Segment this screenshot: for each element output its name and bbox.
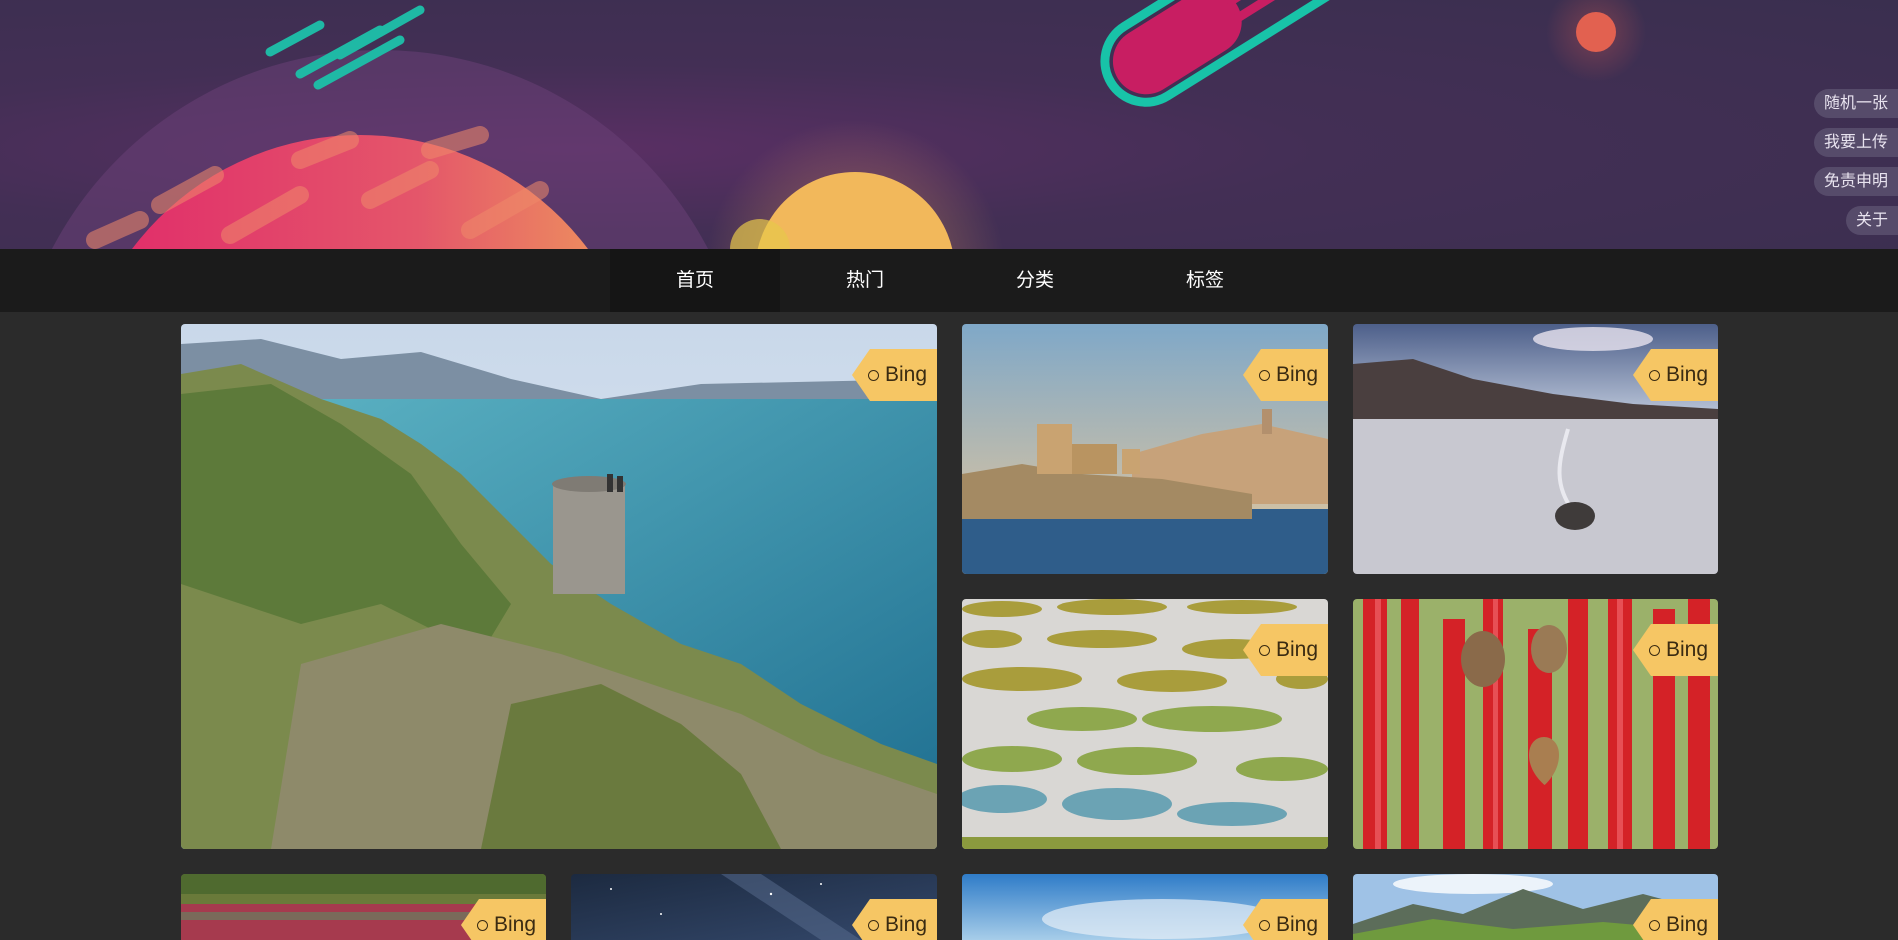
circle-icon — [1648, 919, 1660, 931]
circle-icon — [1258, 919, 1270, 931]
source-tag: Bing — [1632, 349, 1718, 401]
source-tag: Bing — [1632, 624, 1718, 676]
wallpaper-thumbnail — [181, 324, 937, 849]
nav-item-popular[interactable]: 热门 — [780, 249, 950, 312]
source-tag: Bing — [1242, 624, 1328, 676]
nav-item-tags[interactable]: 标签 — [1120, 249, 1290, 312]
upload-button[interactable]: 我要上传 — [1813, 128, 1898, 157]
random-image-button[interactable]: 随机一张 — [1813, 89, 1898, 118]
circle-icon — [867, 369, 879, 381]
nav-item-categories[interactable]: 分类 — [950, 249, 1120, 312]
source-tag: Bing — [1242, 349, 1328, 401]
circle-icon — [1258, 644, 1270, 656]
circle-icon — [476, 919, 488, 931]
wallpaper-card[interactable]: Bing — [962, 874, 1328, 940]
source-tag: Bing — [851, 349, 937, 401]
wallpaper-card[interactable]: Bing — [181, 874, 546, 940]
circle-icon — [1648, 644, 1660, 656]
circle-icon — [1648, 369, 1660, 381]
main-nav: 首页 热门 分类 标签 — [0, 249, 1898, 312]
header-banner — [0, 0, 1898, 249]
side-action-buttons: 随机一张 我要上传 免责申明 关于 — [1813, 89, 1898, 235]
circle-icon — [867, 919, 879, 931]
wallpaper-card[interactable]: Bing — [181, 324, 937, 849]
wallpaper-card[interactable]: Bing — [962, 324, 1328, 574]
wallpaper-card[interactable]: Bing — [962, 599, 1328, 849]
about-button[interactable]: 关于 — [1845, 206, 1898, 235]
banner-illustration — [51, 0, 1646, 249]
wallpaper-card[interactable]: Bing — [1353, 874, 1718, 940]
disclaimer-button[interactable]: 免责申明 — [1813, 167, 1898, 196]
wallpaper-card[interactable]: Bing — [1353, 599, 1718, 849]
wallpaper-card[interactable]: Bing — [571, 874, 937, 940]
wallpaper-card[interactable]: Bing — [1353, 324, 1718, 574]
nav-item-home[interactable]: 首页 — [610, 249, 780, 312]
circle-icon — [1258, 369, 1270, 381]
